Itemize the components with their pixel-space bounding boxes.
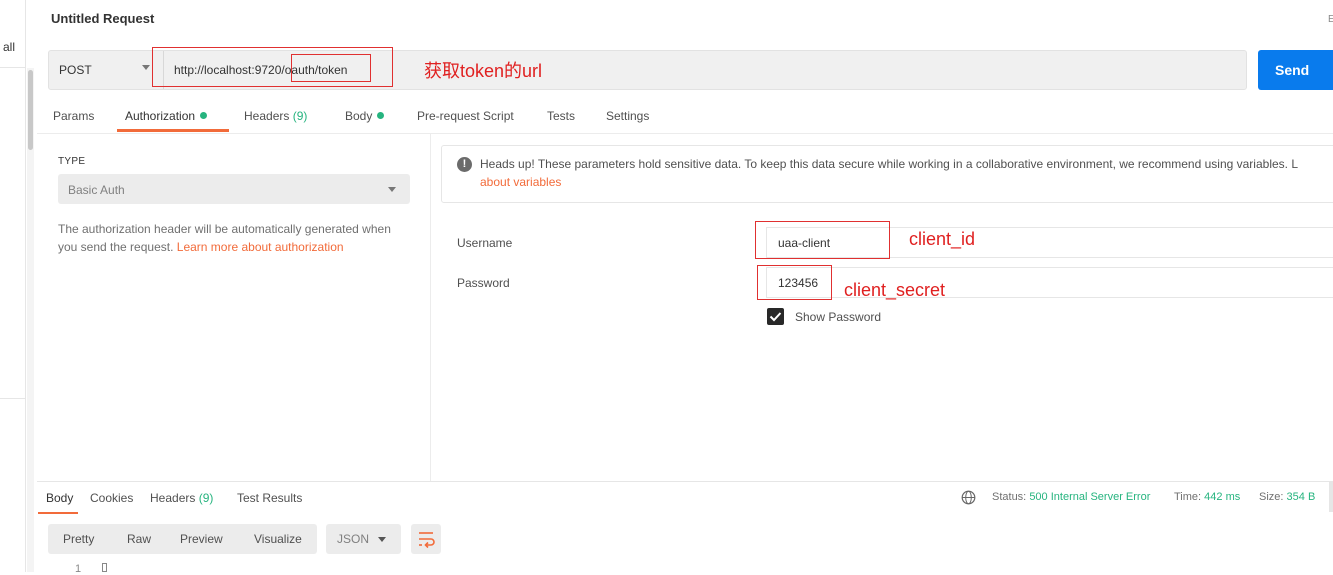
auth-help-text: The authorization header will be automat… xyxy=(58,220,410,256)
size-value: 354 B xyxy=(1286,491,1316,503)
tab-params[interactable]: Params xyxy=(53,109,94,123)
format-raw[interactable]: Raw xyxy=(127,532,151,546)
size-label: Size: xyxy=(1259,491,1284,503)
tab-authorization[interactable]: Authorization xyxy=(125,109,208,123)
tab-settings[interactable]: Settings xyxy=(606,109,649,123)
response-tab-headers[interactable]: Headers (9) xyxy=(150,491,213,505)
tab-label: Body xyxy=(345,109,373,123)
tab-tests[interactable]: Tests xyxy=(547,109,575,123)
tab-label: Headers xyxy=(150,491,196,505)
tab-label: Settings xyxy=(606,109,650,123)
active-tab-indicator xyxy=(38,512,78,514)
response-tab-cookies[interactable]: Cookies xyxy=(90,491,133,505)
username-label: Username xyxy=(457,236,513,250)
status-value: 500 Internal Server Error xyxy=(1029,491,1151,503)
show-password-checkbox[interactable] xyxy=(767,308,784,325)
response-tab-body[interactable]: Body xyxy=(46,491,73,505)
annotation-client-id: client_id xyxy=(909,229,976,249)
line-number: 1 xyxy=(75,563,82,575)
tab-label: Tests xyxy=(547,109,576,123)
annotation-client-secret: client_secret xyxy=(844,280,946,300)
variables-link[interactable]: about variables xyxy=(480,175,561,189)
auth-type-value[interactable]: Basic Auth xyxy=(68,183,125,197)
chevron-down-icon[interactable] xyxy=(388,187,396,192)
scrollbar-thumb[interactable] xyxy=(28,70,33,150)
status-dot xyxy=(377,112,385,119)
title-right-truncated[interactable]: E xyxy=(1328,14,1333,25)
tab-label: Headers xyxy=(244,109,290,123)
sidebar-all-label[interactable]: all xyxy=(3,40,15,54)
size-readout[interactable]: Size: 354 B xyxy=(1259,491,1315,503)
password-label: Password xyxy=(457,276,510,290)
wrap-icon xyxy=(419,532,435,549)
status-readout[interactable]: Status: 500 Internal Server Error xyxy=(992,491,1150,503)
globe-icon[interactable] xyxy=(961,490,976,505)
divider xyxy=(430,134,431,481)
tab-count: (9) xyxy=(198,491,214,505)
tab-label: Authorization xyxy=(125,109,196,123)
annotation-box-password xyxy=(757,265,832,300)
send-button[interactable]: Send xyxy=(1258,50,1333,90)
notice-box xyxy=(441,145,1333,203)
tab-count: (9) xyxy=(292,109,308,123)
auth-type-label: TYPE xyxy=(58,156,86,167)
sidebar-edge xyxy=(0,0,26,572)
tab-body[interactable]: Body xyxy=(345,109,385,123)
annotation-box-username xyxy=(755,221,890,259)
checkmark-icon xyxy=(769,312,782,322)
tab-label: Params xyxy=(53,109,95,123)
divider xyxy=(37,481,1333,482)
format-pretty[interactable]: Pretty xyxy=(63,532,94,546)
chevron-down-icon[interactable] xyxy=(142,65,150,70)
method-select[interactable]: POST xyxy=(59,63,92,77)
request-title[interactable]: Untitled Request xyxy=(51,11,154,26)
divider xyxy=(37,133,1333,134)
wrap-lines-button[interactable] xyxy=(411,524,441,554)
divider xyxy=(0,67,26,68)
time-readout[interactable]: Time: 442 ms xyxy=(1174,491,1240,503)
show-password-label[interactable]: Show Password xyxy=(795,310,881,324)
format-preview[interactable]: Preview xyxy=(180,532,223,546)
tab-label: Pre-request Script xyxy=(417,109,514,123)
active-tab-indicator xyxy=(117,129,229,132)
learn-more-link[interactable]: Learn more about authorization xyxy=(177,240,344,254)
fold-icon[interactable] xyxy=(102,563,107,572)
chevron-down-icon[interactable] xyxy=(378,537,386,542)
warning-icon: ! xyxy=(457,157,472,172)
response-tab-test-results[interactable]: Test Results xyxy=(237,491,302,505)
time-label: Time: xyxy=(1174,491,1202,503)
scrollbar[interactable] xyxy=(1329,482,1333,512)
annotation-box-url-path xyxy=(291,54,371,82)
status-dot xyxy=(200,112,208,119)
time-value: 442 ms xyxy=(1204,491,1241,503)
status-label: Status: xyxy=(992,491,1027,503)
tab-headers[interactable]: Headers (9) xyxy=(244,109,307,123)
divider xyxy=(0,398,26,399)
notice-text: Heads up! These parameters hold sensitiv… xyxy=(480,157,1298,171)
tab-pre-request-script[interactable]: Pre-request Script xyxy=(417,109,514,123)
language-value[interactable]: JSON xyxy=(337,532,369,546)
format-visualize[interactable]: Visualize xyxy=(254,532,302,546)
annotation-url-label: 获取token的url xyxy=(424,61,543,81)
